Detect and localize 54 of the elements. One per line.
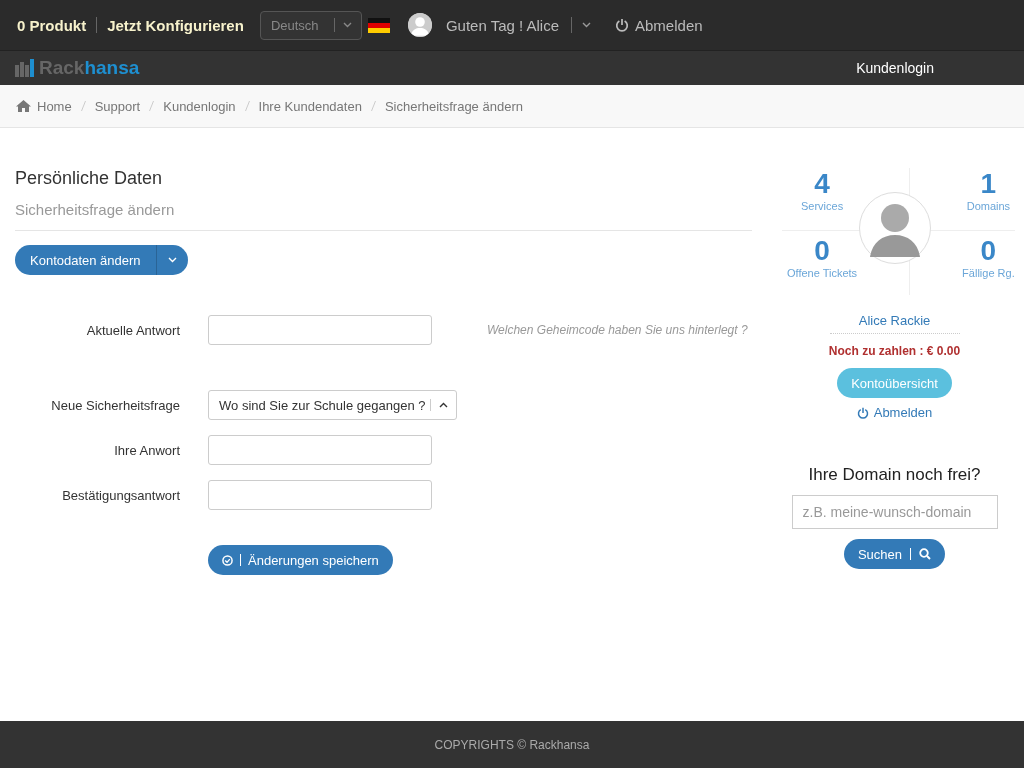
slash-separator-icon <box>149 101 155 111</box>
balance-due: Noch zu zahlen : € 0.00 <box>828 344 961 358</box>
answer-field[interactable] <box>208 480 432 510</box>
power-icon <box>856 406 869 419</box>
stat-value: 4 <box>814 168 830 200</box>
field-label: Neue Sicherheitsfrage <box>50 397 180 413</box>
language-select[interactable]: Deutsch <box>259 10 362 40</box>
stat-link[interactable]: Domains <box>966 200 1011 212</box>
stat-value: 0 <box>814 235 830 267</box>
slash-separator-icon <box>370 101 376 111</box>
caret-down-icon <box>167 257 177 263</box>
field-label: Bestätigungsantwort <box>61 487 180 503</box>
slash-separator-icon <box>244 101 250 111</box>
logout-link[interactable]: Abmelden <box>615 16 703 34</box>
field-hint: Welchen Geheimcode haben Sie uns hinterlegt ? <box>487 323 749 337</box>
home-icon <box>16 100 31 112</box>
user-greeting[interactable]: Guten Tag ! Alice <box>445 16 559 34</box>
logout-link[interactable]: Abmelden <box>856 405 933 420</box>
cart-link[interactable]: 0 Produkt <box>17 16 87 34</box>
breadcrumb-current: Sicherheitsfrage ändern <box>384 98 523 114</box>
answer-field[interactable] <box>208 435 432 465</box>
user-name[interactable]: Alice Rackie <box>829 313 960 334</box>
field-label: Ihre Anwort <box>113 442 180 458</box>
stat-link[interactable]: Services <box>800 200 844 212</box>
stat-value: 1 <box>980 168 997 200</box>
save-button[interactable]: Änderungen speichern <box>208 545 393 575</box>
search-icon <box>919 548 932 560</box>
stat-value: 0 <box>980 235 997 267</box>
stat-link[interactable]: Offene Tickets <box>787 267 858 279</box>
stat-link[interactable]: Fällige Rg. <box>962 267 1015 279</box>
caret-down-icon <box>342 22 352 28</box>
question-select[interactable]: Wo sind Sie zur Schule gegangen ? <box>208 390 457 420</box>
domain-heading: Ihre Domain noch frei? <box>808 465 981 485</box>
power-icon <box>615 18 629 32</box>
configure-link[interactable]: Jetzt Konfigurieren <box>107 16 244 34</box>
page-title: Persönliche Daten <box>15 168 164 189</box>
page-subtitle: Sicherheitsfrage ändern <box>15 201 752 231</box>
nav-link[interactable]: Kundenlogin <box>856 60 934 76</box>
copyright-text: COPYRIGHTS © Rackhansa <box>434 737 590 752</box>
breadcrumb-link[interactable]: Support <box>94 98 141 114</box>
breadcrumb-link[interactable]: Kundenlogin <box>163 98 236 114</box>
avatar-icon <box>407 13 432 37</box>
search-button[interactable]: Suchen <box>843 539 946 569</box>
account-menu-button[interactable]: Kontodaten ändern <box>15 245 188 275</box>
flag-icon <box>367 17 390 33</box>
domain-field[interactable]: z.B. meine-wunsch-domain <box>791 495 998 529</box>
breadcrumb-link[interactable]: Home <box>37 98 72 114</box>
slash-separator-icon <box>80 101 86 111</box>
breadcrumb-link[interactable]: Ihre Kundendaten <box>258 98 362 114</box>
answer-field[interactable] <box>208 315 432 345</box>
caret-down-icon <box>582 22 591 28</box>
field-label: Aktuelle Antwort <box>85 322 180 338</box>
check-circle-icon <box>222 554 233 566</box>
caret-up-icon <box>439 402 448 408</box>
